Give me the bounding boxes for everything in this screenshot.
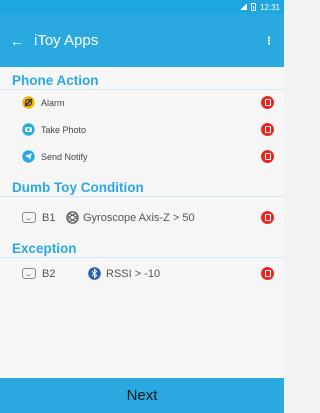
app-bar: ← iToy Apps [0,14,284,67]
signal-icon [238,4,247,10]
section-title-exception: Exception [12,241,77,256]
divider [0,89,284,90]
list-item-toy-condition: B1 Gyroscope Axis-Z > 50 [0,206,284,230]
toy-icon [22,212,36,223]
list-item-label: Take Photo [41,125,87,135]
delete-button[interactable] [261,267,274,280]
divider [0,257,284,258]
section-title-phone-action: Phone Action [12,73,99,88]
battery-icon [250,3,256,11]
back-button[interactable]: ← [0,14,34,67]
list-item-label: Send Notify [41,152,88,162]
page-title: iToy Apps [34,32,99,49]
camera-icon [22,123,35,136]
gyroscope-icon [66,211,79,224]
toy-icon [22,268,36,279]
bluetooth-icon [88,267,101,280]
delete-button[interactable] [261,123,274,136]
next-button[interactable]: Next [0,378,284,413]
notify-icon [22,150,35,163]
delete-button[interactable] [261,211,274,224]
condition-label: Gyroscope Axis-Z > 50 [83,212,195,224]
list-item-label: Alarm [41,98,65,108]
divider [0,196,284,197]
list-item-take-photo: Take Photo [0,119,284,141]
list-item-exception: B2 RSSI > -10 [0,262,284,286]
status-bar: 12:31 [0,0,284,14]
alarm-icon [22,96,35,109]
section-title-dumb-toy-condition: Dumb Toy Condition [12,180,144,195]
delete-button[interactable] [261,96,274,109]
condition-label: RSSI > -10 [106,268,161,280]
list-item-alarm: Alarm [0,92,284,114]
toy-label: B2 [42,268,56,280]
delete-button[interactable] [261,150,274,163]
toy-label: B1 [42,212,56,224]
list-item-send-notify: Send Notify [0,146,284,168]
more-vert-icon [267,36,271,45]
status-time: 12:31 [259,2,280,12]
rules-list: Phone Action Alarm Take Photo Send Notif… [0,67,284,378]
overflow-menu-button[interactable] [254,14,284,67]
